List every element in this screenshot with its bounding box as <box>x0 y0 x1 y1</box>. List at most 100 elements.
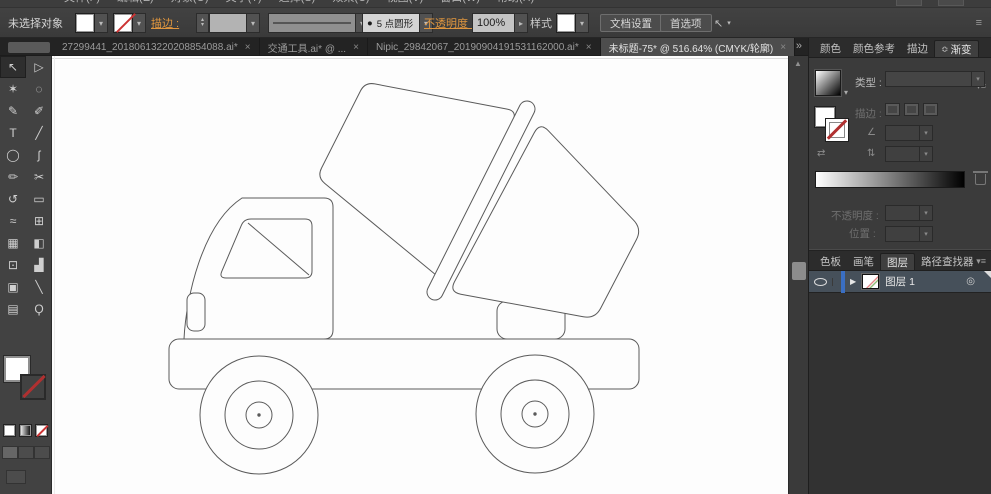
scrollbar-thumb[interactable] <box>792 262 806 280</box>
column-graph-tool-icon[interactable]: ▟ <box>26 254 52 276</box>
variable-width-profile[interactable]: ▾ <box>268 8 369 38</box>
visibility-column[interactable] <box>809 277 833 286</box>
door-handle[interactable] <box>186 292 206 332</box>
scroll-up-icon[interactable]: ▲ <box>794 59 802 68</box>
fill-stroke-indicator[interactable] <box>0 352 52 430</box>
lasso-tool-icon[interactable]: ◌ <box>26 78 52 100</box>
menu-item[interactable]: 效果(C) <box>332 0 369 4</box>
width-tool-icon[interactable]: ≈ <box>0 210 26 232</box>
gradient-type-dropdown[interactable]: ▾ <box>885 71 985 87</box>
document-tab[interactable]: Nipic_29842067_20190904191531162000.ai* × <box>368 38 601 56</box>
front-wheel[interactable] <box>199 355 319 475</box>
close-tab-icon[interactable]: × <box>780 42 786 53</box>
expand-triangle-icon[interactable]: ▶ <box>850 277 856 286</box>
control-panel-menu-icon[interactable]: ≡ <box>976 8 983 38</box>
screen-mode-button[interactable] <box>6 470 26 484</box>
fill-swatch[interactable] <box>75 13 95 33</box>
stroke-within-button[interactable] <box>885 103 900 116</box>
draw-inside-button[interactable] <box>34 446 50 459</box>
style-swatch[interactable] <box>556 13 576 33</box>
document-tab[interactable]: 交通工具.ai* @ ... × <box>260 38 368 56</box>
type-tool-icon[interactable]: T <box>0 122 26 144</box>
eye-icon[interactable] <box>814 277 827 286</box>
stroke-weight-field[interactable] <box>209 13 247 33</box>
style-control[interactable]: ▾ <box>556 8 589 38</box>
layers-group-tab[interactable]: 路径查找器 <box>915 253 980 270</box>
style-dropdown-icon[interactable]: ▾ <box>576 13 589 33</box>
close-tab-icon[interactable]: × <box>586 42 592 53</box>
layers-group-tab[interactable]: 色板 <box>814 253 847 270</box>
layers-group-tab[interactable]: 图层 <box>880 253 915 270</box>
zoom-tool-icon[interactable]: Ϙ <box>26 298 52 320</box>
magic-wand-tool-icon[interactable]: ✶ <box>0 78 26 100</box>
gradient-group-tab[interactable]: 颜色参考 <box>847 40 901 57</box>
opacity-dropdown-icon[interactable]: ▸ <box>515 13 528 33</box>
document-tab[interactable]: 27299441_20180613220208854088.ai* × <box>54 38 260 56</box>
menu-bar[interactable]: 文件(F) 编辑(E) 对象(O) 文字(T) 选择(S) 效果(C) 视图(V) 窗口(W)… <box>0 0 991 8</box>
perspective-grid-tool-icon[interactable]: ⊡ <box>0 254 26 276</box>
fill-color-control[interactable]: ▾ <box>75 8 108 38</box>
line-segment-tool-icon[interactable]: ╱ <box>26 122 52 144</box>
opacity-field[interactable]: 100% <box>472 13 515 33</box>
pencil-tool-icon[interactable]: ✏ <box>0 166 26 188</box>
stroke-swatch-none[interactable] <box>113 13 133 33</box>
slice-tool-icon[interactable]: ╲ <box>26 276 52 298</box>
menu-item[interactable]: 视图(V) <box>387 0 424 4</box>
tab-overflow-icon[interactable]: » <box>796 40 802 52</box>
stop-opacity-dropdown[interactable]: ▾ <box>885 205 933 221</box>
free-transform-tool-icon[interactable]: ▭ <box>26 188 52 210</box>
gradient-group-tab[interactable]: 颜色 <box>814 40 847 57</box>
layer-target-icon[interactable]: ◎ <box>966 276 975 287</box>
draw-behind-button[interactable] <box>18 446 34 459</box>
rotate-tool-icon[interactable]: ↺ <box>0 188 26 210</box>
none-button[interactable] <box>35 424 48 437</box>
rear-wheel[interactable] <box>475 354 595 474</box>
layer-thumbnail[interactable] <box>862 274 880 289</box>
layers-panel-menu-icon[interactable]: ▾≡ <box>976 256 986 267</box>
gradient-preset-dropdown-icon[interactable]: ▾ <box>844 88 848 97</box>
menu-item[interactable]: 文字(T) <box>226 0 262 4</box>
layer-name[interactable]: 图层 1 <box>885 274 915 289</box>
gradient-button[interactable] <box>19 424 32 437</box>
aspect-ratio-dropdown[interactable]: ▾ <box>885 146 933 162</box>
layers-group-tab[interactable]: 画笔 <box>847 253 880 270</box>
width-profile-preview[interactable] <box>268 13 356 33</box>
layer-row-selected[interactable]: ▶ 图层 1 ◎ <box>809 270 991 293</box>
preferences-button[interactable]: 首选项 <box>660 14 712 32</box>
gradient-tool-icon[interactable]: ◧ <box>26 232 52 254</box>
cs-live-icon[interactable] <box>938 0 964 6</box>
direct-selection-tool-icon[interactable]: ▷ <box>26 56 52 78</box>
stroke-color-control[interactable]: ▾ <box>113 8 146 38</box>
document-setup-button[interactable]: 文档设置 <box>600 14 662 32</box>
angle-dropdown[interactable]: ▾ <box>885 125 933 141</box>
stroke-weight-dropdown-icon[interactable]: ▾ <box>247 13 260 33</box>
close-tab-icon[interactable]: × <box>353 42 359 53</box>
stop-location-dropdown[interactable]: ▾ <box>885 226 933 242</box>
color-button[interactable] <box>3 424 16 437</box>
ellipse-tool-icon[interactable]: ◯ <box>0 144 26 166</box>
document-tab[interactable]: 未标题-75* @ 516.64% (CMYK/轮廓) × <box>600 38 796 56</box>
dock-grabber[interactable] <box>8 42 50 53</box>
menu-item[interactable]: 帮助(H) <box>497 0 534 4</box>
close-tab-icon[interactable]: × <box>245 42 251 53</box>
opacity-control[interactable]: 100% ▸ <box>472 8 528 38</box>
brush-definition[interactable]: ● 5 点圆形 ▾ <box>362 8 433 38</box>
vertical-scrollbar[interactable]: ▲ <box>788 56 808 494</box>
gradient-group-tab[interactable]: ≎ 渐变 <box>934 40 979 57</box>
reverse-gradient-icon[interactable]: ⇄ <box>817 148 825 159</box>
hand-tool-icon[interactable]: ▤ <box>0 298 26 320</box>
pen-tool-icon[interactable]: ✎ <box>0 100 26 122</box>
mesh-tool-icon[interactable]: ▦ <box>0 232 26 254</box>
workspace-switcher-icon[interactable] <box>896 0 922 6</box>
brush-field[interactable]: ● 5 点圆形 <box>362 13 420 33</box>
stroke-weight-stepper[interactable]: ▴ ▾ <box>196 13 209 33</box>
gradient-group-tab[interactable]: 描边 <box>901 40 934 57</box>
shape-builder-tool-icon[interactable]: ⊞ <box>26 210 52 232</box>
artboard-tool-icon[interactable]: ▣ <box>0 276 26 298</box>
menu-item[interactable]: 编辑(E) <box>117 0 154 4</box>
paintbrush-tool-icon[interactable]: ʃ <box>26 144 52 166</box>
delete-stop-icon[interactable] <box>973 171 988 185</box>
scissors-tool-icon[interactable]: ✂ <box>26 166 52 188</box>
pointer-dropdown-icon[interactable]: ▾ <box>727 19 731 27</box>
stroke-weight-control[interactable]: ▴ ▾ ▾ <box>196 8 260 38</box>
